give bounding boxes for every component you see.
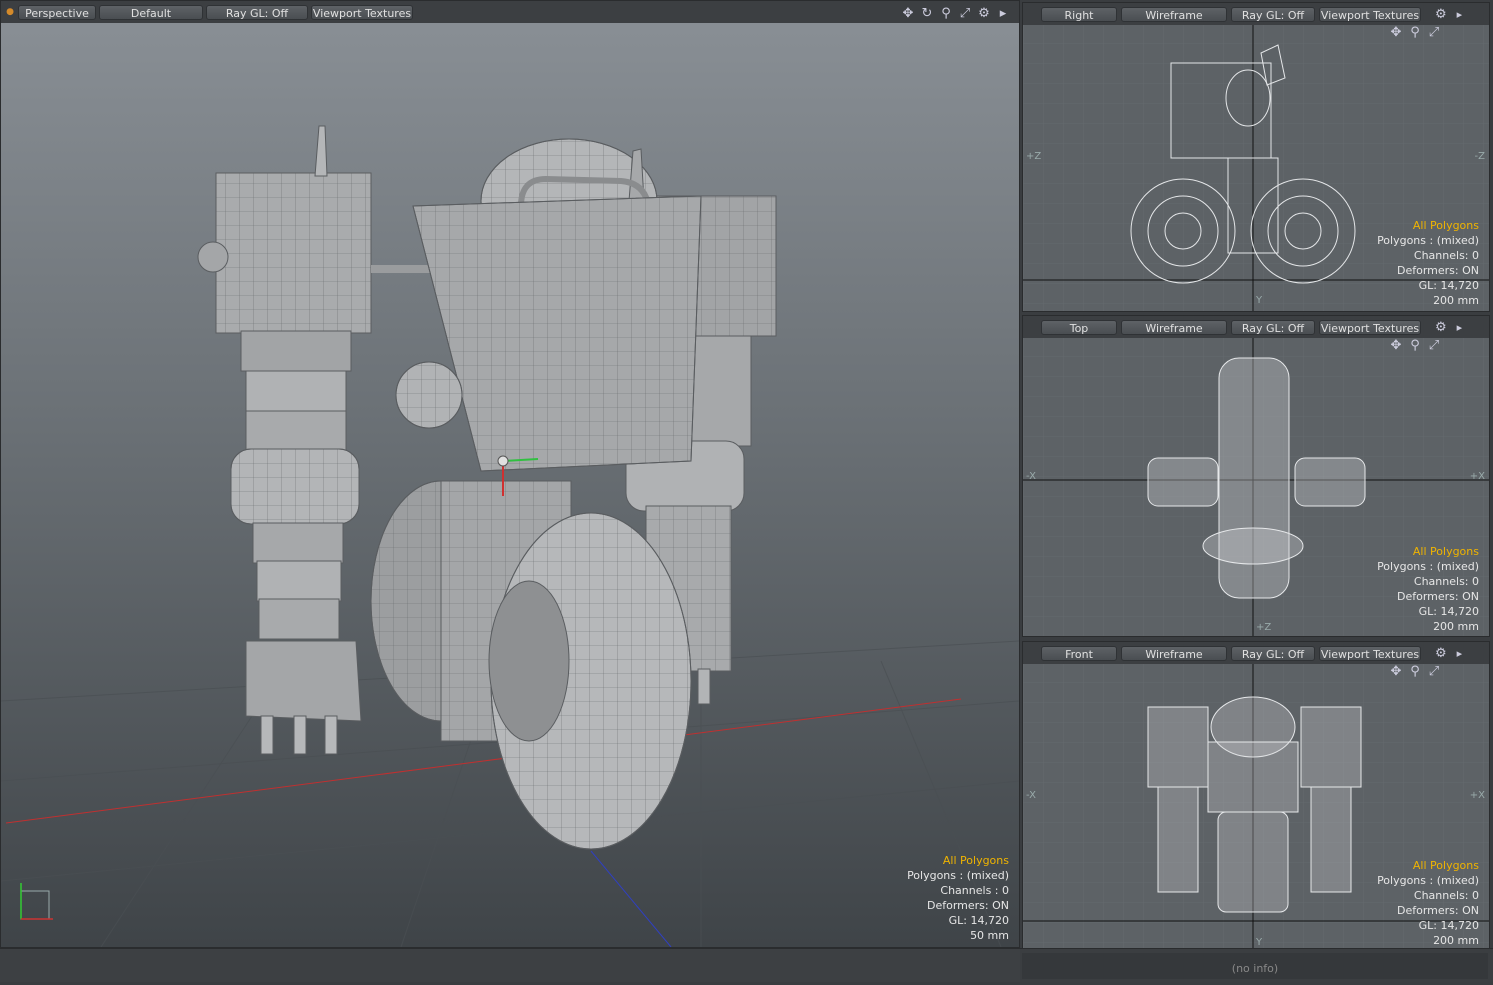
axis-label-bottom: +Z bbox=[1256, 622, 1272, 633]
gl-count-label: GL: 14,720 bbox=[1418, 919, 1479, 932]
info-status-text: (no info) bbox=[1022, 953, 1488, 979]
robot-mesh bbox=[197, 125, 777, 850]
gear-icon[interactable]: ⚙ bbox=[1435, 7, 1447, 22]
shading-style-button[interactable]: Wireframe bbox=[1121, 645, 1227, 661]
top-info-overlay: All Polygons Polygons : (mixed) Channels… bbox=[1377, 544, 1479, 634]
move-icon[interactable]: ✥ bbox=[1389, 338, 1403, 353]
top-toolbar: Top Wireframe Ray GL: Off Viewport Textu… bbox=[1023, 316, 1489, 338]
channels-label: Channels: 0 bbox=[1413, 889, 1479, 902]
axis-label-left: -X bbox=[1026, 471, 1036, 482]
deformers-label: Deformers: ON bbox=[927, 899, 1009, 912]
perspective-scene[interactable] bbox=[1, 1, 1019, 947]
grid-scale-label: 200 mm bbox=[1433, 934, 1479, 947]
status-bar: (no info) bbox=[0, 948, 1493, 982]
selection-mode-label: All Polygons bbox=[942, 854, 1009, 867]
gl-count-label: GL: 14,720 bbox=[1418, 279, 1479, 292]
grid-scale-label: 50 mm bbox=[970, 929, 1009, 942]
view-type-button[interactable]: Right bbox=[1041, 6, 1117, 22]
gear-icon[interactable]: ⚙ bbox=[1435, 646, 1447, 661]
perspective-viewport[interactable]: ● Perspective Default Ray GL: Off Viewpo… bbox=[0, 0, 1020, 948]
status-left-panel bbox=[0, 949, 1020, 982]
top-viewport[interactable]: Top Wireframe Ray GL: Off Viewport Textu… bbox=[1022, 315, 1490, 637]
axis-label-right: +X bbox=[1469, 790, 1485, 801]
shading-style-button[interactable]: Wireframe bbox=[1121, 6, 1227, 22]
axis-label-right: +X bbox=[1469, 471, 1485, 482]
front-toolbar: Front Wireframe Ray GL: Off Viewport Tex… bbox=[1023, 642, 1489, 664]
gear-icon[interactable]: ⚙ bbox=[1435, 320, 1447, 335]
view-type-button[interactable]: Top bbox=[1041, 319, 1117, 335]
deformers-label: Deformers: ON bbox=[1397, 590, 1479, 603]
top-nav-icons: ✥ ⚲ ⤢ bbox=[1389, 338, 1441, 353]
z-axis-line bbox=[590, 850, 672, 947]
move-icon[interactable]: ✥ bbox=[1389, 664, 1403, 679]
selection-mode-label: All Polygons bbox=[1412, 545, 1479, 558]
right-info-overlay: All Polygons Polygons : (mixed) Channels… bbox=[1377, 218, 1479, 308]
perspective-info-overlay: All Polygons Polygons : (mixed) Channels… bbox=[907, 853, 1009, 943]
grid-scale-label: 200 mm bbox=[1433, 620, 1479, 633]
viewport-textures-button[interactable]: Viewport Textures bbox=[1319, 6, 1421, 22]
deformers-label: Deformers: ON bbox=[1397, 904, 1479, 917]
maximize-icon[interactable]: ⤢ bbox=[1427, 338, 1441, 353]
front-info-overlay: All Polygons Polygons : (mixed) Channels… bbox=[1377, 858, 1479, 948]
raygl-button[interactable]: Ray GL: Off bbox=[1231, 319, 1315, 335]
gl-count-label: GL: 14,720 bbox=[948, 914, 1009, 927]
channels-label: Channels: 0 bbox=[1413, 575, 1479, 588]
polygons-label: Polygons : (mixed) bbox=[1377, 874, 1479, 887]
axis-label-bottom: Y bbox=[1256, 937, 1263, 948]
axis-label-left: +Z bbox=[1026, 151, 1042, 162]
zoom-icon[interactable]: ⚲ bbox=[1408, 25, 1422, 40]
axis-indicator-icon bbox=[20, 883, 53, 920]
selection-mode-label: All Polygons bbox=[1412, 219, 1479, 232]
raygl-button[interactable]: Ray GL: Off bbox=[1231, 6, 1315, 22]
viewport-textures-button[interactable]: Viewport Textures bbox=[1319, 319, 1421, 335]
deformers-label: Deformers: ON bbox=[1397, 264, 1479, 277]
axis-label-right: -Z bbox=[1474, 151, 1485, 162]
polygons-label: Polygons : (mixed) bbox=[1377, 234, 1479, 247]
viewport-textures-button[interactable]: Viewport Textures bbox=[1319, 645, 1421, 661]
move-icon[interactable]: ✥ bbox=[1389, 25, 1403, 40]
axis-label-left: -X bbox=[1026, 790, 1036, 801]
maximize-icon[interactable]: ⤢ bbox=[1427, 25, 1441, 40]
grid-scale-label: 200 mm bbox=[1433, 294, 1479, 307]
menu-arrow-icon[interactable]: ▸ bbox=[1457, 321, 1463, 334]
right-viewport[interactable]: Right Wireframe Ray GL: Off Viewport Tex… bbox=[1022, 2, 1490, 312]
polygons-label: Polygons : (mixed) bbox=[907, 869, 1009, 882]
zoom-icon[interactable]: ⚲ bbox=[1408, 338, 1422, 353]
channels-label: Channels: 0 bbox=[1413, 249, 1479, 262]
raygl-button[interactable]: Ray GL: Off bbox=[1231, 645, 1315, 661]
maximize-icon[interactable]: ⤢ bbox=[1427, 664, 1441, 679]
zoom-icon[interactable]: ⚲ bbox=[1408, 664, 1422, 679]
gl-count-label: GL: 14,720 bbox=[1418, 605, 1479, 618]
channels-label: Channels : 0 bbox=[940, 884, 1009, 897]
right-toolbar: Right Wireframe Ray GL: Off Viewport Tex… bbox=[1023, 3, 1489, 25]
menu-arrow-icon[interactable]: ▸ bbox=[1457, 647, 1463, 660]
front-nav-icons: ✥ ⚲ ⤢ bbox=[1389, 664, 1441, 679]
right-nav-icons: ✥ ⚲ ⤢ bbox=[1389, 25, 1441, 40]
axis-label-bottom: Y bbox=[1256, 295, 1263, 306]
shading-style-button[interactable]: Wireframe bbox=[1121, 319, 1227, 335]
view-type-button[interactable]: Front bbox=[1041, 645, 1117, 661]
menu-arrow-icon[interactable]: ▸ bbox=[1457, 8, 1463, 21]
polygons-label: Polygons : (mixed) bbox=[1377, 560, 1479, 573]
selection-mode-label: All Polygons bbox=[1412, 859, 1479, 872]
front-wireframe-mesh bbox=[1147, 696, 1362, 913]
front-viewport[interactable]: Front Wireframe Ray GL: Off Viewport Tex… bbox=[1022, 641, 1490, 952]
